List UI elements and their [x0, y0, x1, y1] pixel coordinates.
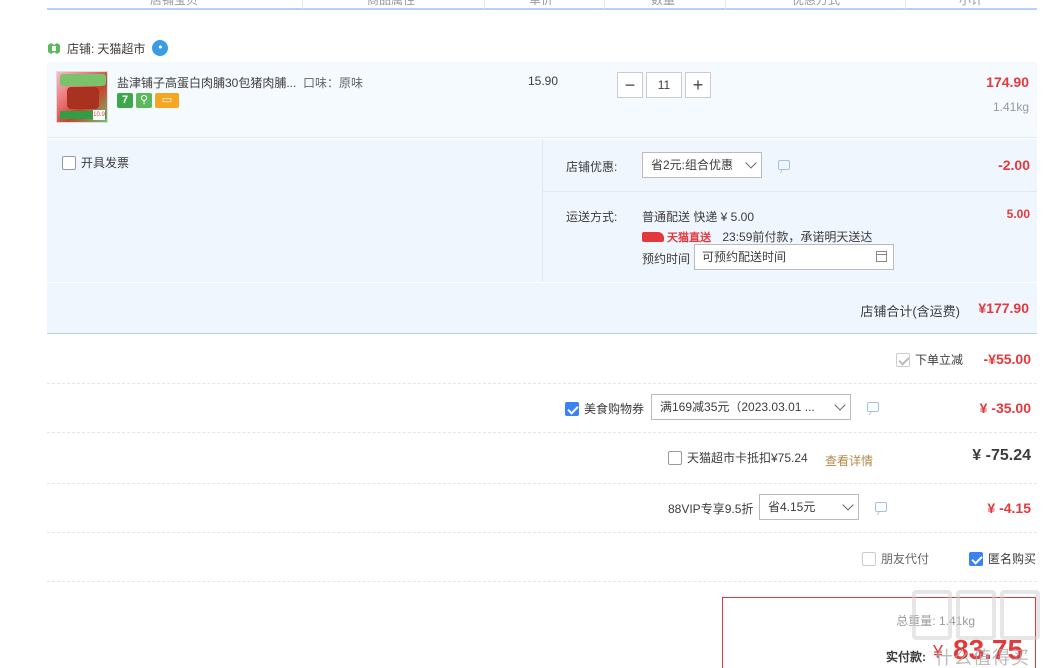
product-sku: 口味：原味: [303, 74, 363, 91]
vip-label: 88VIP专享9.5折: [668, 502, 754, 516]
shop-name-link[interactable]: 天猫超市: [97, 40, 145, 57]
food-coupon-checkbox[interactable]: [565, 402, 579, 416]
product-badges: 7 ⚲ ▭: [117, 93, 179, 108]
anonymous-checkbox[interactable]: [969, 552, 983, 566]
tmall-card-label: 天猫超市卡抵扣¥75.24: [687, 451, 808, 465]
chat-icon[interactable]: [778, 160, 790, 170]
appointment-time-input[interactable]: 可预约配送时间: [694, 244, 894, 270]
food-coupon-select[interactable]: 满169减35元（2023.03.01 ...: [651, 394, 851, 420]
product-sku-text: 口味：原味: [303, 76, 364, 90]
chevron-down-icon: [834, 399, 846, 411]
order-discount-checkbox: [895, 353, 910, 367]
invoice-checkbox[interactable]: [62, 156, 76, 170]
chat-icon[interactable]: [875, 502, 887, 512]
item-subtotal: 174.90: [986, 74, 1029, 90]
friend-pay-label: 朋友代付: [881, 552, 930, 566]
shop-label: 店铺:: [67, 41, 95, 56]
chevron-down-icon: [842, 499, 854, 511]
shop-total-label: 店铺合计(含运费): [860, 304, 960, 319]
anonymous-label: 匿名购买: [988, 552, 1037, 566]
service-guarantee-icon[interactable]: ⚲: [136, 93, 152, 108]
appointment-label: 预约时间: [642, 252, 691, 266]
tmall-card-details-link[interactable]: 查看详情: [825, 452, 873, 469]
food-coupon-option[interactable]: 美食购物券: [565, 400, 644, 417]
vip-discount-row: 88VIP专享9.5折 省4.15元 ¥ -4.15: [47, 484, 1037, 533]
friend-pay-checkbox[interactable]: [862, 552, 876, 566]
food-coupon-selected: 满169减35元（2023.03.01 ...: [660, 400, 815, 414]
tmall-direct-badge: 天猫直送: [642, 229, 711, 245]
product-title-link[interactable]: 盐津铺子高蛋白肉脯30包猪肉脯...: [117, 74, 302, 91]
shop-options-panel: 开具发票 店铺优惠: 省2元:组合优惠 -2.00 运送方式: 普通配送 快递 …: [47, 139, 1037, 282]
header-col-subtotal: 小计: [959, 0, 984, 7]
increase-quantity-button[interactable]: +: [685, 72, 711, 98]
truck-icon: [642, 232, 664, 242]
friend-pay-option[interactable]: 朋友代付: [862, 550, 929, 567]
shop-total-row: 店铺合计(含运费) ¥177.90: [47, 283, 1037, 334]
food-coupon-amount: ¥ -35.00: [979, 400, 1031, 416]
order-discount-row: 下单立减 -¥55.00: [47, 335, 1037, 384]
order-discount-text: 下单立减: [914, 353, 963, 367]
cart-header: 店铺宝贝 商品属性 单价 数量 优惠方式 小计: [47, 0, 1037, 10]
store-discount-selected: 省2元:组合优惠: [651, 158, 734, 172]
food-coupon-row: 美食购物券 满169减35元（2023.03.01 ... ¥ -35.00: [47, 384, 1037, 433]
vip-amount: ¥ -4.15: [987, 500, 1031, 516]
header-col-price: 单价: [529, 0, 554, 7]
appointment-placeholder: 可预约配送时间: [702, 250, 787, 264]
watermark-logo: [912, 590, 1050, 640]
header-col-discount: 优惠方式: [792, 0, 841, 7]
calendar-icon[interactable]: [876, 251, 887, 262]
store-discount-select[interactable]: 省2元:组合优惠: [642, 152, 762, 178]
order-discount-amount: -¥55.00: [983, 351, 1031, 367]
store-discount-amount: -2.00: [998, 157, 1030, 173]
header-col-qty: 数量: [651, 0, 676, 7]
seven-day-return-icon[interactable]: 7: [117, 93, 133, 108]
shipping-amount: 5.00: [1006, 207, 1030, 221]
chevron-down-icon: [745, 157, 757, 169]
header-col-item: 店铺宝贝: [150, 0, 199, 7]
food-coupon-label: 美食购物券: [584, 402, 645, 416]
store-discount-label: 店铺优惠:: [566, 160, 618, 174]
watermark-text: 什么值得买: [935, 648, 1030, 668]
payment-options-row: 朋友代付 匿名购买: [47, 533, 1037, 582]
vip-selected: 省4.15元: [768, 500, 816, 514]
payment-card-icon[interactable]: ▭: [155, 93, 179, 108]
product-thumbnail[interactable]: 10.9: [56, 71, 108, 123]
tmall-card-amount: ¥ -75.24: [972, 447, 1031, 464]
shipping-label: 运送方式:: [566, 210, 618, 224]
shop-total-value: ¥177.90: [978, 300, 1029, 316]
invoice-label: 开具发票: [81, 156, 130, 170]
anonymous-option[interactable]: 匿名购买: [969, 550, 1036, 567]
vip-discount-select[interactable]: 省4.15元: [759, 494, 859, 520]
shop-row: 店铺: 天猫超市 ●: [47, 38, 169, 58]
chat-icon[interactable]: [867, 402, 879, 412]
wangwang-chat-icon[interactable]: ●: [152, 40, 169, 56]
invoice-option[interactable]: 开具发票: [62, 154, 129, 171]
tmall-direct-text: 天猫直送: [667, 232, 711, 244]
tmall-card-checkbox[interactable]: [668, 451, 682, 465]
quantity-input[interactable]: 11: [646, 72, 682, 98]
tmall-card-row: 天猫超市卡抵扣¥75.24 查看详情 ¥ -75.24: [47, 433, 1037, 484]
decrease-quantity-button[interactable]: −: [617, 72, 643, 98]
pay-label: 实付款:: [886, 650, 926, 664]
order-discount-label: 下单立减: [895, 351, 963, 368]
item-weight: 1.41kg: [992, 100, 1029, 114]
header-col-attr: 商品属性: [367, 0, 416, 7]
tmall-direct-line: 天猫直送 23:59前付款，承诺明天送达: [642, 228, 872, 245]
shipping-method[interactable]: 普通配送 快递 ¥ 5.00: [642, 208, 754, 225]
quantity-stepper: − 11 +: [617, 72, 711, 98]
delivery-promise: 23:59前付款，承诺明天送达: [722, 230, 873, 244]
shop-icon: [47, 42, 61, 54]
tmall-card-option[interactable]: 天猫超市卡抵扣¥75.24: [668, 449, 808, 466]
unit-price: 15.90: [528, 74, 559, 88]
cart-item-row: 10.9 盐津铺子高蛋白肉脯30包猪肉脯... 口味：原味 7 ⚲ ▭ 15.9…: [47, 62, 1037, 138]
